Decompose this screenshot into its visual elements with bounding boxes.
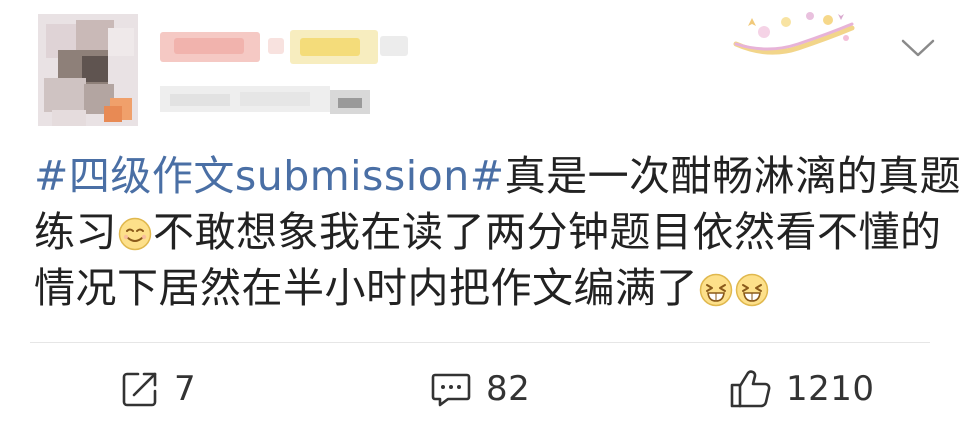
comment-icon [431,373,471,407]
crown-decoration-icon [733,12,855,55]
more-options-button[interactable] [896,30,940,66]
like-count: 1210 [786,369,875,409]
hashtag-link[interactable]: #四级作文submission# [34,152,505,200]
grin-emoji-icon [699,273,733,307]
thumbs-up-icon [730,370,771,408]
username[interactable] [160,26,408,66]
share-icon [122,372,157,407]
like-button[interactable]: 1210 [728,364,875,414]
decorative-badge [728,8,858,60]
post-text-line-1: #四级作文submission#真是一次酣畅淋漓的真题 [34,148,960,204]
comment-button[interactable]: 82 [430,364,530,414]
post-text-segment: 练习 [34,208,117,256]
post-meta [160,86,375,116]
post-text-line-2: 练习 不敢想象我在读了两分钟题目依然看不懂的 [34,204,942,260]
post-text-segment: 真是一次酣畅淋漓的真题 [504,152,960,200]
post-text-line-3: 情况下居然在半小时内把作文编满了 [34,260,939,316]
smile-emoji-icon [118,217,152,251]
comment-count: 82 [486,369,531,409]
post-text-segment: 情况下居然在半小时内把作文编满了 [34,264,698,312]
chevron-down-icon [901,39,935,57]
divider [30,342,930,343]
repost-button[interactable]: 7 [120,364,196,414]
grin-emoji-icon [735,273,769,307]
repost-count: 7 [174,369,197,409]
post-text-segment: 不敢想象我在读了两分钟题目依然看不懂的 [153,208,942,256]
action-bar: 7 82 1210 [0,346,960,434]
avatar[interactable] [38,14,138,126]
post-text: #四级作文submission#真是一次酣畅淋漓的真题 练习 不敢想象我在读了两… [34,148,960,316]
